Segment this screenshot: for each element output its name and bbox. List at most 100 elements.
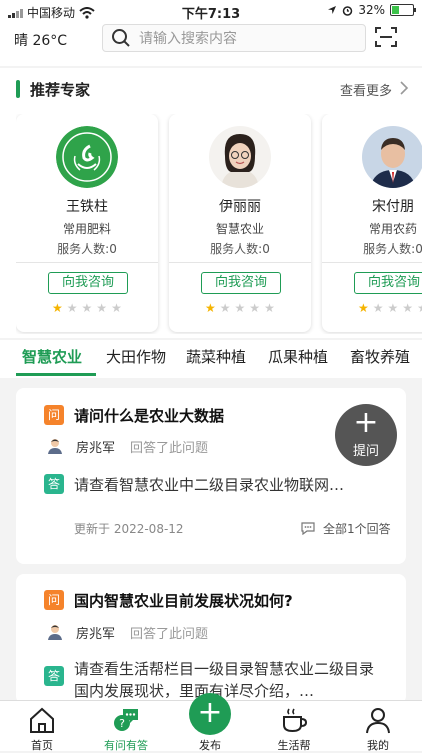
answer-badge: 答 — [44, 474, 64, 494]
expert-served-count: 服务人数:0 — [210, 242, 270, 256]
star-icon: ★ — [81, 301, 93, 315]
rating-stars: ★ ★ ★ ★ ★ — [205, 302, 275, 314]
expert-specialty: 常用农药 — [368, 222, 417, 236]
status-bar: 中国移动 下午7:13 32% — [0, 0, 422, 22]
battery-icon — [390, 4, 416, 16]
expert-served-count: 服务人数:0 — [57, 242, 117, 256]
tab-livestock[interactable]: 畜牧养殖 — [350, 346, 410, 367]
answerer-name[interactable]: 房兆军 — [76, 437, 115, 456]
expert-served-count: 服务人数:0 — [363, 242, 422, 256]
chevron-right-icon[interactable] — [398, 81, 410, 95]
user-profile-icon — [366, 708, 390, 734]
svg-text:?: ? — [119, 717, 125, 730]
alarm-icon — [343, 5, 353, 16]
answer-preview[interactable]: 请查看生活帮栏目一级目录智慧农业二级目录国内发展现状，里面有详尽介绍，… — [74, 658, 384, 702]
publish-plus-icon: + — [189, 693, 231, 735]
experts-section: 推荐专家 查看更多 王铁柱 常用肥料 服务人数:0 向我咨询 ★ ★ ★ ★ ★… — [0, 68, 422, 338]
location-icon — [328, 6, 337, 14]
section-accent-bar — [16, 80, 20, 98]
expert-specialty: 常用肥料 — [62, 222, 111, 236]
person-photo-icon — [362, 126, 422, 188]
user-avatar-icon — [48, 625, 62, 640]
rating-stars: ★ ★ ★ ★ ★ — [52, 302, 122, 314]
star-icon: ★ — [219, 301, 231, 315]
nav-publish-label: 发布 — [199, 739, 221, 752]
expert-avatar — [209, 126, 271, 188]
question-card[interactable]: 问 国内智慧农业目前发展状况如何? 房兆军 回答了此问题 答 请查看生活帮栏目一… — [16, 574, 406, 704]
logo-avatar-icon — [56, 126, 118, 188]
experts-carousel[interactable]: 王铁柱 常用肥料 服务人数:0 向我咨询 ★ ★ ★ ★ ★ 伊丽丽 智慧农业 … — [16, 114, 422, 334]
tab-vegetable[interactable]: 蔬菜种植 — [186, 346, 246, 367]
category-tabs: 智慧农业 大田作物 蔬菜种植 瓜果种植 畜牧养殖 — [0, 340, 422, 378]
expert-card[interactable]: 伊丽丽 智慧农业 服务人数:0 向我咨询 ★ ★ ★ ★ ★ — [169, 114, 311, 332]
star-icon: ★ — [417, 302, 422, 314]
answer-action: 回答了此问题 — [130, 627, 209, 642]
nav-qa-label: 有问有答 — [104, 739, 148, 752]
home-icon — [30, 707, 54, 733]
status-right: 32% — [327, 3, 416, 17]
bottom-nav: 首页 ? 有问有答 + 发布 生活帮 我的 — [0, 693, 422, 752]
expert-name: 伊丽丽 — [219, 199, 261, 215]
expert-name: 宋付朋 — [372, 199, 414, 215]
comment-icon — [301, 522, 315, 535]
star-icon: ★ — [387, 301, 399, 315]
nav-me[interactable]: 我的 — [336, 701, 420, 752]
consult-button[interactable]: 向我咨询 — [354, 272, 422, 294]
answer-preview[interactable]: 请查看智慧农业中二级目录农业物联网… — [74, 474, 384, 496]
answer-action: 回答了此问题 — [130, 441, 209, 456]
nav-qa[interactable]: ? 有问有答 — [84, 701, 168, 752]
coffee-cup-icon — [283, 708, 308, 733]
star-icon: ★ — [234, 301, 246, 315]
expert-name: 王铁柱 — [66, 199, 108, 215]
qa-chat-icon: ? — [114, 709, 138, 731]
expert-card[interactable]: 王铁柱 常用肥料 服务人数:0 向我咨询 ★ ★ ★ ★ ★ — [16, 114, 158, 332]
see-more-link[interactable]: 查看更多 — [340, 80, 392, 99]
answer-badge: 答 — [44, 666, 64, 686]
divider — [322, 262, 422, 263]
star-icon: ★ — [249, 301, 261, 315]
question-badge: 问 — [44, 590, 64, 610]
nav-life-help[interactable]: 生活帮 — [252, 701, 336, 752]
star-icon: ★ — [66, 301, 78, 315]
expert-card[interactable]: 宋付朋 常用农药 服务人数:0 向我咨询 ★ ★ ★ ★ ★ — [322, 114, 422, 332]
star-icon: ★ — [111, 301, 122, 315]
expert-avatar — [362, 126, 422, 188]
divider — [16, 262, 158, 263]
expert-avatar — [56, 126, 118, 188]
answerer-name[interactable]: 房兆军 — [76, 623, 115, 642]
tab-field-crops[interactable]: 大田作物 — [106, 346, 166, 367]
experts-title: 推荐专家 — [30, 81, 91, 99]
ask-question-button[interactable]: + 提问 — [335, 404, 397, 466]
star-icon: ★ — [96, 301, 108, 315]
star-icon: ★ — [52, 301, 63, 315]
rating-stars: ★ ★ ★ ★ ★ — [358, 302, 422, 314]
person-photo-icon — [209, 126, 271, 188]
search-icon — [112, 29, 130, 47]
answer-count[interactable]: 全部1个回答 — [323, 520, 391, 537]
experts-header: 推荐专家 查看更多 — [0, 68, 422, 108]
star-icon: ★ — [402, 301, 414, 315]
nav-home[interactable]: 首页 — [0, 701, 84, 752]
tab-smart-agriculture[interactable]: 智慧农业 — [22, 346, 82, 367]
question-title[interactable]: 请问什么是农业大数据 — [74, 405, 224, 426]
consult-button[interactable]: 向我咨询 — [201, 272, 281, 294]
consult-button[interactable]: 向我咨询 — [48, 272, 128, 294]
battery-percent: 32% — [358, 3, 385, 17]
plus-icon: + — [353, 405, 379, 440]
updated-date: 更新于 2022-08-12 — [74, 522, 184, 536]
star-icon: ★ — [372, 301, 384, 315]
user-avatar-icon — [48, 439, 62, 454]
search-placeholder: 请输入搜索内容 — [139, 31, 237, 47]
nav-me-label: 我的 — [367, 739, 389, 752]
question-badge: 问 — [44, 405, 64, 425]
active-tab-indicator — [16, 373, 96, 376]
search-input[interactable]: 请输入搜索内容 — [102, 24, 366, 52]
tab-fruit[interactable]: 瓜果种植 — [268, 346, 328, 367]
scan-icon[interactable] — [374, 26, 398, 48]
star-icon: ★ — [264, 301, 275, 315]
question-title[interactable]: 国内智慧农业目前发展状况如何? — [74, 590, 293, 611]
expert-specialty: 智慧农业 — [215, 222, 264, 236]
top-bar: 晴 26°C 请输入搜索内容 — [0, 22, 422, 66]
weather-label: 晴 26°C — [14, 33, 68, 49]
nav-publish[interactable]: + 发布 — [168, 693, 252, 752]
